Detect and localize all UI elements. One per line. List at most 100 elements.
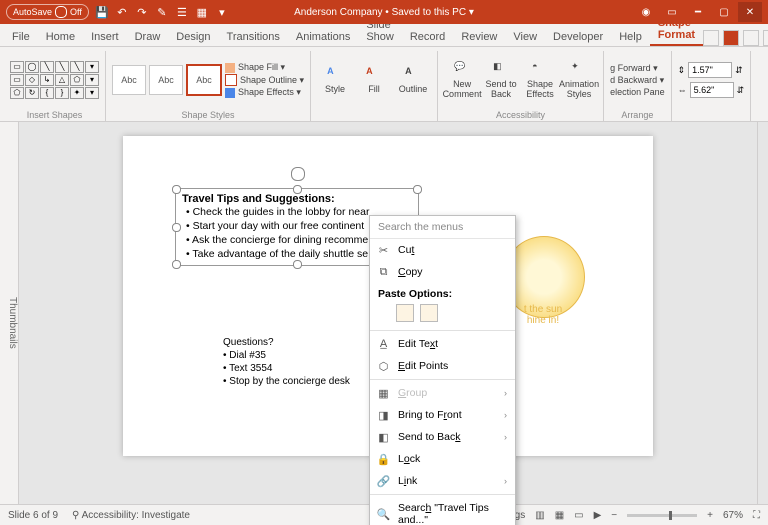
resize-handle[interactable] [172, 223, 181, 232]
ctx-edit-text[interactable]: A̲Edit Text [370, 333, 515, 355]
resize-handle[interactable] [293, 185, 302, 194]
ctx-paste-header: Paste Options: [370, 283, 515, 302]
send-back-icon: ◧ [493, 61, 509, 77]
wordart-outline-button[interactable]: AOutline [395, 66, 431, 94]
send-back-icon: ◧ [377, 431, 390, 444]
autosave-toggle[interactable]: AutoSave Off [6, 4, 89, 20]
zoom-out-button[interactable]: − [611, 510, 617, 521]
paste-option-2[interactable] [420, 304, 438, 322]
tab-file[interactable]: File [4, 28, 38, 46]
paste-option-1[interactable] [396, 304, 414, 322]
maximize-button[interactable]: ▢ [712, 2, 736, 22]
ribbon: ▭◯╲╲╲▾ ▭◇↳△⬠▾ ⬠↻{}✦▾ Insert Shapes Abc A… [0, 47, 768, 122]
shapes-gallery[interactable]: ▭◯╲╲╲▾ ▭◇↳△⬠▾ ⬠↻{}✦▾ [10, 61, 99, 99]
shape-effects-ver-button[interactable]: ◓Shape Effects [522, 61, 558, 99]
touch-icon[interactable]: ☰ [175, 5, 189, 19]
tab-transitions[interactable]: Transitions [219, 28, 288, 46]
account-icon[interactable]: ◉ [634, 2, 658, 22]
link-icon: 🔗 [377, 475, 390, 488]
sun-text-1: t the sun [524, 304, 562, 315]
resize-handle[interactable] [172, 185, 181, 194]
rotate-handle[interactable] [291, 167, 305, 181]
tab-design[interactable]: Design [168, 28, 218, 46]
present-icon[interactable]: ▦ [195, 5, 209, 19]
ctx-send-back[interactable]: ◧Send to Back› [370, 426, 515, 448]
tab-record[interactable]: Record [402, 28, 453, 46]
normal-view-icon[interactable]: ▥ [535, 510, 544, 521]
close-button[interactable]: ✕ [738, 2, 762, 22]
zoom-slider[interactable] [627, 514, 697, 517]
autosave-label: AutoSave [13, 7, 52, 17]
bring-front-icon: ◨ [377, 409, 390, 422]
resize-handle[interactable] [172, 260, 181, 269]
ctx-bring-front[interactable]: ◨Bring to Front› [370, 404, 515, 426]
new-comment-button[interactable]: 💬New Comment [444, 61, 480, 99]
tab-insert[interactable]: Insert [83, 28, 127, 46]
style-preset-1[interactable]: Abc [112, 65, 146, 95]
minimize-button[interactable]: ━ [686, 2, 710, 22]
thumbnails-pane[interactable]: Thumbnails [0, 122, 19, 504]
ribbon-opts-icon[interactable]: ▭ [660, 2, 684, 22]
sorter-view-icon[interactable]: ▦ [555, 510, 564, 521]
wordart-fill-button[interactable]: AFill [356, 66, 392, 94]
zoom-in-button[interactable]: + [707, 510, 713, 521]
ctx-lock[interactable]: 🔒Lock [370, 448, 515, 470]
comments-pane-icon[interactable] [703, 30, 719, 46]
style-preset-3[interactable]: Abc [186, 64, 222, 96]
save-icon[interactable]: 💾 [95, 5, 109, 19]
selection-pane-button[interactable]: election Pane [610, 87, 665, 97]
tab-developer[interactable]: Developer [545, 28, 611, 46]
tab-review[interactable]: Review [453, 28, 505, 46]
search-icon: 🔍 [377, 508, 390, 521]
ctx-link[interactable]: 🔗Link› [370, 470, 515, 492]
record-pane-icon[interactable] [723, 30, 739, 46]
zoom-level[interactable]: 67% [723, 510, 743, 521]
tab-draw[interactable]: Draw [127, 28, 169, 46]
brush-icon[interactable]: ✎ [155, 5, 169, 19]
accessibility-status[interactable]: ⚲ Accessibility: Investigate [72, 510, 190, 521]
textbox-title: Travel Tips and Suggestions: [182, 193, 412, 205]
shape-effects-button[interactable]: Shape Effects ▾ [225, 87, 304, 98]
tab-view[interactable]: View [505, 28, 545, 46]
shape-outline-button[interactable]: Shape Outline ▾ [225, 74, 304, 86]
comment-icon: 💬 [454, 61, 470, 77]
ctx-cut[interactable]: ✂Cut [370, 239, 515, 261]
fit-window-icon[interactable]: ⛶ [753, 510, 760, 521]
ctx-edit-points[interactable]: ⬡Edit Points [370, 355, 515, 377]
animation-styles-button[interactable]: ✦Animation Styles [561, 61, 597, 99]
redo-icon[interactable]: ↷ [135, 5, 149, 19]
width-input[interactable]: 5.62" [690, 82, 734, 98]
reading-view-icon[interactable]: ▭ [574, 510, 583, 521]
ctx-search-travel[interactable]: 🔍Search "Travel Tips and..." [370, 497, 515, 525]
send-to-back-button[interactable]: ◧Send to Back [483, 61, 519, 99]
questions-title: Questions? [223, 336, 350, 349]
send-backward-button[interactable]: d Backward ▾ [610, 75, 665, 86]
edit-points-icon: ⬡ [377, 360, 390, 373]
questions-block: Questions? • Dial #35 • Text 3554 • Stop… [223, 336, 350, 388]
style-preset-2[interactable]: Abc [149, 65, 183, 95]
ctx-copy[interactable]: ⧉Copy [370, 261, 515, 283]
pane-collapse-bar[interactable] [757, 122, 768, 504]
list-item: • Text 3554 [223, 362, 350, 375]
share-button[interactable] [743, 30, 759, 46]
bring-forward-button[interactable]: g Forward ▾ [610, 63, 665, 74]
undo-icon[interactable]: ↶ [115, 5, 129, 19]
collapse-ribbon-icon[interactable] [763, 30, 768, 46]
spinner-icon[interactable]: ⇵ [735, 65, 743, 76]
spinner-icon[interactable]: ⇵ [737, 85, 745, 96]
slideshow-view-icon[interactable]: ▶ [594, 510, 602, 521]
zoom-thumb[interactable] [669, 511, 672, 520]
wordart-style-button[interactable]: AStyle [317, 66, 353, 94]
tab-home[interactable]: Home [38, 28, 83, 46]
slide-counter[interactable]: Slide 6 of 9 [8, 510, 58, 521]
qat-more-icon[interactable]: ▾ [215, 5, 229, 19]
height-input[interactable]: 1.57" [688, 62, 732, 78]
tab-help[interactable]: Help [611, 28, 650, 46]
menu-search-input[interactable]: Search the menus [370, 216, 515, 239]
group-accessibility: Accessibility [496, 109, 545, 121]
context-menu: Search the menus ✂Cut ⧉Copy Paste Option… [369, 215, 516, 525]
tab-animations[interactable]: Animations [288, 28, 358, 46]
shape-fill-button[interactable]: Shape Fill ▾ [225, 62, 304, 73]
resize-handle[interactable] [413, 185, 422, 194]
resize-handle[interactable] [293, 260, 302, 269]
